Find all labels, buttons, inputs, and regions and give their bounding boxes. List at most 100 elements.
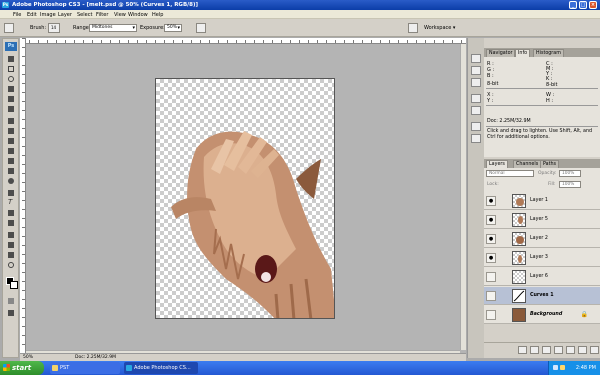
tab-channels[interactable]: Channels [513,160,542,168]
healing-brush-tool-icon[interactable] [6,117,16,125]
layer-name: Layer 3 [530,255,548,260]
eye-icon[interactable]: ● [486,253,496,263]
network-icon[interactable] [553,365,558,370]
layers-footer [484,342,600,358]
panel-dock [467,38,484,358]
history-brush-tool-icon[interactable] [6,147,16,155]
zoom-tool-icon[interactable] [6,261,16,269]
eyedropper-tool-icon[interactable] [6,241,16,249]
new-adjustment-layer-icon[interactable] [554,346,563,354]
start-button[interactable]: start [0,361,44,375]
tab-paths[interactable]: Paths [540,160,560,168]
tab-histogram[interactable]: Histogram [533,49,564,57]
taskbar-button-photoshop[interactable]: Adobe Photoshop CS... [124,362,198,374]
marquee-tool-icon[interactable] [6,65,16,73]
tab-info[interactable]: Info [515,49,531,57]
document-image[interactable] [155,78,335,319]
workspace-menu[interactable]: Workspace ▾ [424,25,455,31]
new-layer-icon[interactable] [578,346,587,354]
slice-tool-icon[interactable] [6,105,16,113]
eye-icon[interactable]: ● [486,234,496,244]
shape-tool-icon[interactable] [6,219,16,227]
layer-style-icon[interactable] [530,346,539,354]
new-group-icon[interactable] [566,346,575,354]
layer-row[interactable]: ● Layer 2 [484,230,600,248]
dock-clone-source-icon[interactable] [471,78,481,87]
close-button[interactable]: × [589,1,597,9]
menu-filter[interactable]: Filter [96,12,108,18]
folder-icon [52,365,58,371]
clone-stamp-tool-icon[interactable] [6,137,16,145]
tab-navigator[interactable]: Navigator [486,49,516,57]
dock-tool-presets-icon[interactable] [471,66,481,75]
hand-tool-icon[interactable] [6,251,16,259]
windows-logo-icon [3,364,10,371]
fill-input[interactable]: 100% [559,181,581,188]
screen-mode-icon[interactable] [6,309,16,317]
trash-icon[interactable] [590,346,599,354]
menu-edit[interactable]: Edit [27,12,37,18]
background-color-swatch[interactable] [10,281,18,289]
eye-icon[interactable] [486,291,496,301]
magic-wand-tool-icon[interactable] [6,85,16,93]
eye-icon[interactable]: ● [486,215,496,225]
brush-tool-icon[interactable] [6,127,16,135]
eraser-tool-icon[interactable] [6,157,16,165]
exposure-input[interactable]: 50% [164,24,182,32]
menu-select[interactable]: Select [77,12,92,18]
range-select[interactable]: Midtones [89,24,137,32]
menu-file[interactable]: File [13,12,21,18]
zoom-level[interactable]: 50% [23,355,33,360]
eye-icon[interactable] [486,272,496,282]
maximize-button[interactable]: □ [579,1,587,9]
dock-actions-icon[interactable] [471,106,481,115]
brushes-palette-icon[interactable] [408,23,418,33]
dock-history-icon[interactable] [471,94,481,103]
menu-layer[interactable]: Layer [58,12,72,18]
layer-row[interactable]: ● Layer 5 [484,211,600,229]
gradient-tool-icon[interactable] [6,167,16,175]
toolbox: Ps T [2,38,19,358]
notes-tool-icon[interactable] [6,231,16,239]
tab-layers[interactable]: Layers [486,160,508,168]
pen-tool-icon[interactable] [6,189,16,197]
info-doc-size: Doc: 2.25M/32.9M [487,119,531,124]
layer-row[interactable]: Background 🔒 [484,306,600,324]
vertical-scrollbar[interactable] [460,44,466,350]
type-tool-icon[interactable]: T [6,199,16,207]
menu-image[interactable]: Image [40,12,56,18]
eye-icon[interactable] [486,310,496,320]
airbrush-icon[interactable] [196,23,206,33]
minimize-button[interactable]: _ [569,1,577,9]
layer-row[interactable]: ● Layer 3 [484,249,600,267]
volume-icon[interactable] [560,365,565,370]
add-mask-icon[interactable] [542,346,551,354]
brush-picker[interactable]: 14 [48,23,60,33]
layer-name: Layer 5 [530,217,548,222]
menu-window[interactable]: Window [128,12,148,18]
menu-view[interactable]: View [114,12,126,18]
info-h: H : [546,98,554,104]
layer-row[interactable]: Layer 6 [484,268,600,286]
tool-preset-icon[interactable] [4,23,14,33]
layer-row[interactable]: Curves 1 [484,287,600,305]
menu-help[interactable]: Help [152,12,163,18]
move-tool-icon[interactable] [6,55,16,63]
opacity-input[interactable]: 100% [559,170,581,177]
eye-icon[interactable]: ● [486,196,496,206]
crop-tool-icon[interactable] [6,95,16,103]
dock-brushes-icon[interactable] [471,54,481,63]
quick-mask-icon[interactable] [6,297,16,305]
link-layers-icon[interactable] [518,346,527,354]
dock-character-icon[interactable] [471,122,481,131]
dock-paragraph-icon[interactable] [471,134,481,143]
path-selection-tool-icon[interactable] [6,209,16,217]
exposure-label: Exposure: [140,25,165,31]
dodge-tool-icon[interactable] [6,177,16,185]
layer-thumbnail [512,194,526,208]
lasso-tool-icon[interactable] [6,75,16,83]
layer-thumbnail [512,251,526,265]
layer-row[interactable]: ● Layer 1 [484,192,600,210]
taskbar-button-pst[interactable]: PST [50,362,120,374]
blend-mode-select[interactable]: Normal [486,170,534,177]
